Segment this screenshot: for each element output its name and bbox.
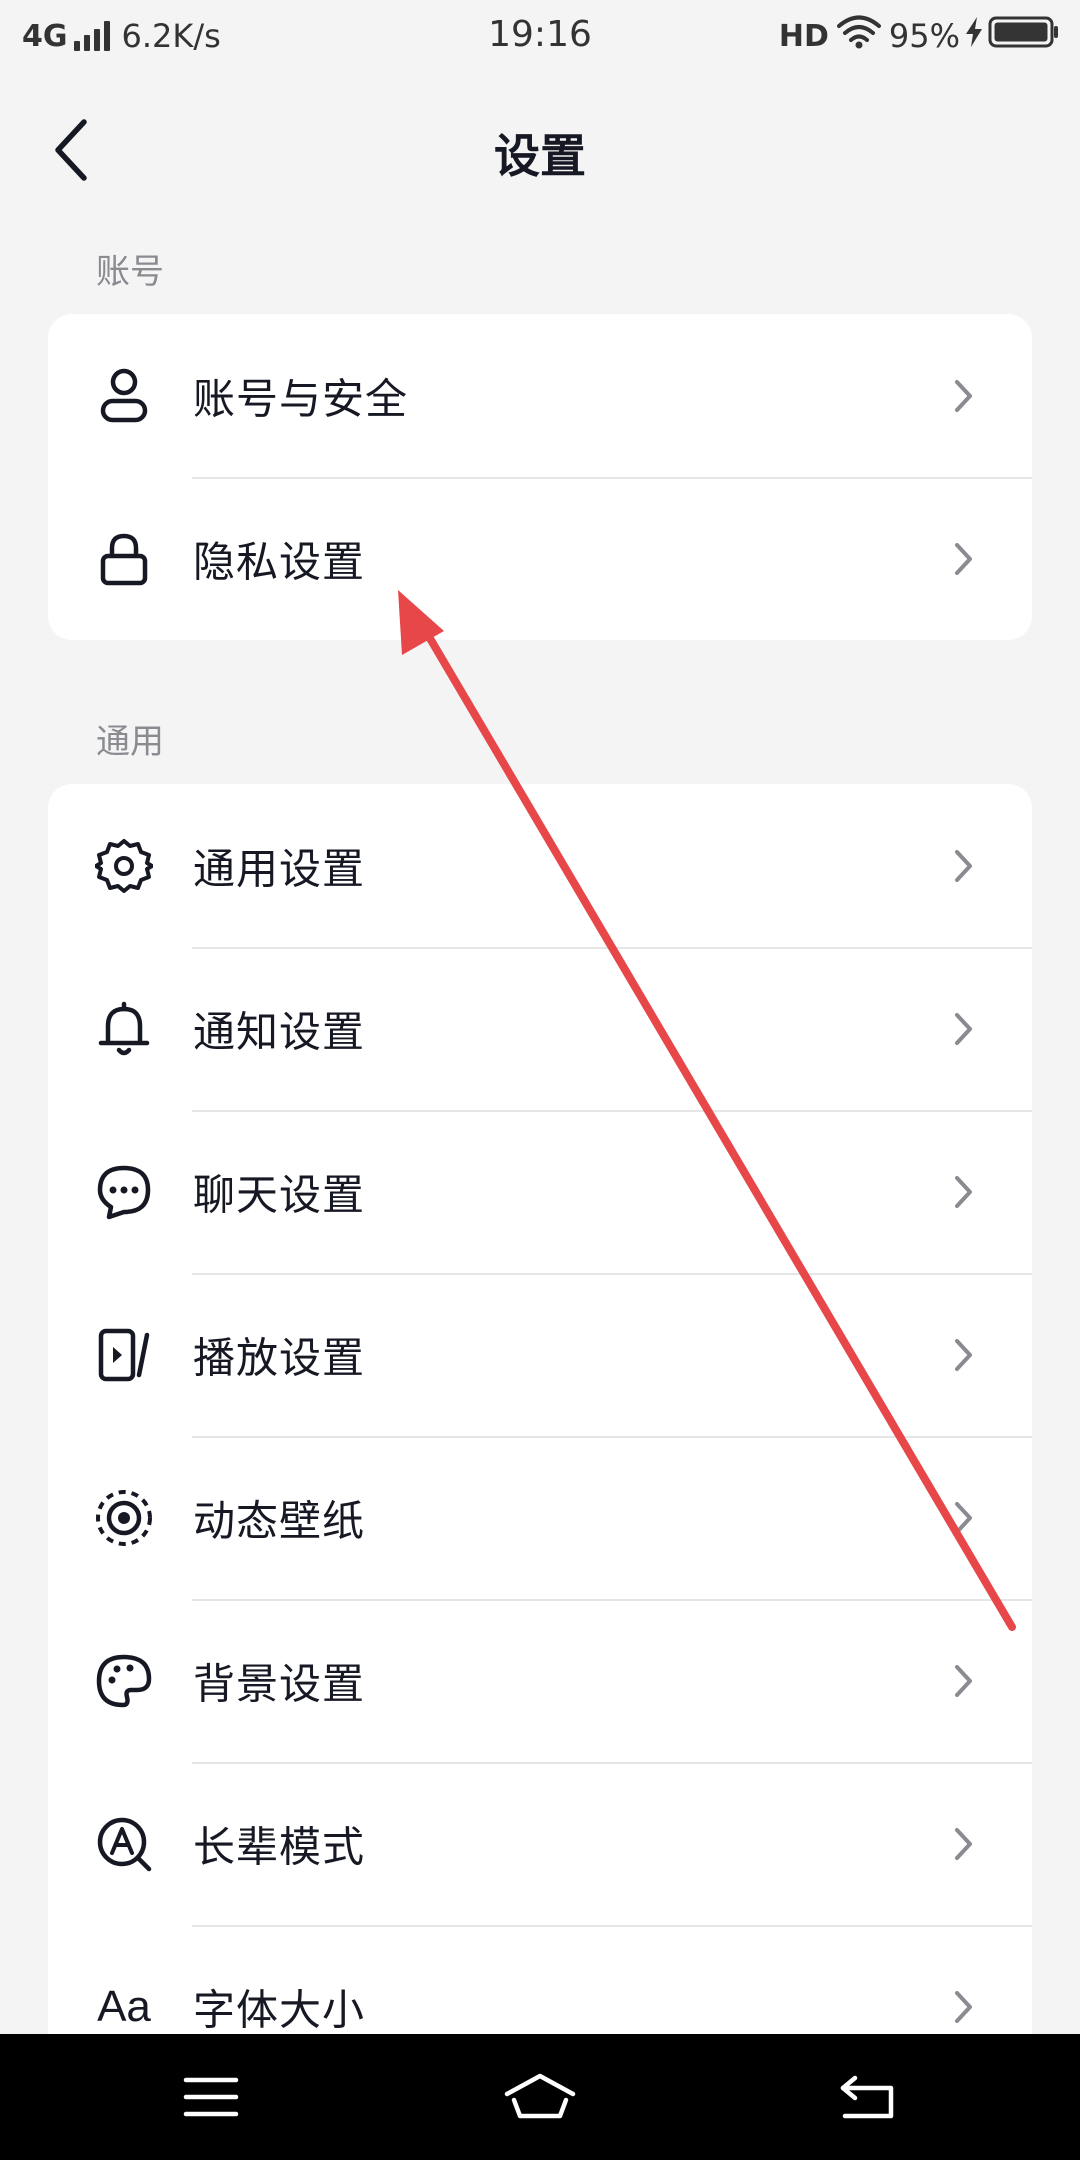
wifi-icon [836,15,881,57]
battery-percent: 95% [888,17,960,55]
font-size-icon-text: Aa [97,1981,151,2031]
row-account-security[interactable]: 账号与安全 [48,314,1032,477]
row-label: 动态壁纸 [193,1496,366,1545]
row-label: 字体大小 [193,1985,366,2034]
palette-icon [94,1651,154,1711]
row-privacy-settings[interactable]: 隐私设置 [48,477,1032,640]
chevron-right-icon [955,1175,972,1208]
system-home-button[interactable] [495,2062,585,2132]
general-card: 通用设置 通知设置 聊天设置 播放设置 动态壁纸 背景设置 长辈模式 Aa 字体… [48,784,1032,2034]
chevron-right-icon [955,1338,972,1371]
chevron-right-icon [955,1012,972,1045]
live-wallpaper-icon [94,1488,154,1548]
bell-icon [94,999,154,1059]
row-label: 账号与安全 [193,374,409,423]
chevron-right-icon [955,1501,972,1534]
chevron-right-icon [955,1990,972,2023]
page-title: 设置 [494,129,586,183]
return-icon [840,2075,894,2119]
lock-icon [94,529,154,589]
row-elder-mode[interactable]: 长辈模式 [48,1762,1032,1925]
row-label: 播放设置 [193,1333,366,1382]
row-label: 聊天设置 [193,1170,366,1219]
row-live-wallpaper[interactable]: 动态壁纸 [48,1436,1032,1599]
chevron-right-icon [955,542,972,575]
play-screen-icon [94,1325,154,1385]
row-label: 隐私设置 [193,537,366,586]
row-label: 通知设置 [193,1007,366,1056]
row-playback-settings[interactable]: 播放设置 [48,1273,1032,1436]
chat-bubble-icon [94,1162,154,1222]
row-notification-settings[interactable]: 通知设置 [48,947,1032,1110]
chevron-right-icon [955,849,972,882]
row-label: 通用设置 [193,844,366,893]
gear-icon [94,836,154,896]
row-background-settings[interactable]: 背景设置 [48,1599,1032,1762]
user-icon [94,366,154,426]
status-bar: 4G 6.2K/s 19:16 HD 95% [0,0,1080,72]
system-back-button[interactable] [822,2062,912,2132]
chevron-right-icon [955,379,972,412]
charging-icon [964,16,984,56]
row-general-settings[interactable]: 通用设置 [48,784,1032,947]
section-label-account: 账号 [96,252,164,292]
account-card: 账号与安全 隐私设置 [48,314,1032,640]
row-label: 长辈模式 [193,1822,366,1871]
system-menu-button[interactable] [166,2062,256,2132]
menu-icon [183,2077,239,2117]
hd-badge: HD [778,18,829,54]
system-nav-bar [0,2034,1080,2160]
row-label: 背景设置 [193,1659,366,1708]
nav-bar: 设置 [0,90,1080,210]
font-size-icon: Aa [94,1977,154,2035]
chevron-right-icon [955,1664,972,1697]
status-right: HD 95% [778,15,1060,57]
row-chat-settings[interactable]: 聊天设置 [48,1110,1032,1273]
chevron-right-icon [955,1827,972,1860]
section-label-general: 通用 [96,722,164,762]
home-icon [504,2073,576,2119]
row-font-size[interactable]: Aa 字体大小 [48,1925,1032,2034]
elder-mode-icon [94,1814,154,1874]
battery-icon [988,15,1060,57]
